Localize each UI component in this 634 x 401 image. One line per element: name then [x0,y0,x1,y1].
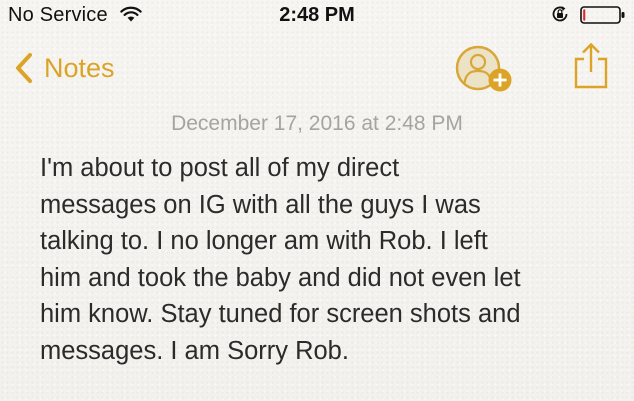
add-person-icon[interactable] [454,44,514,94]
note-line: him and took the baby and did not even l… [40,263,521,292]
note-date: December 17, 2016 at 2:48 PM [171,112,463,135]
note-line: messages. I am Sorry Rob. [40,336,349,365]
status-time: 2:48 PM [279,4,355,26]
note-line: messages on IG with all the guys I was [40,190,481,219]
back-button-label: Notes [44,53,115,83]
note-body[interactable]: I'm about to post all of my direct messa… [40,150,620,369]
status-bar: No Service 2:48 PM [0,0,634,34]
battery-icon [580,6,625,24]
share-icon[interactable] [571,42,611,90]
note-line: I'm about to post all of my direct [40,154,400,182]
back-button[interactable]: Notes [14,48,115,88]
rotation-lock-icon [552,6,568,22]
chevron-left-icon [16,53,32,83]
nav-bar: Notes [0,34,634,106]
note-line: him know. Stay tuned for screen shots an… [40,300,521,328]
note-line: talking to. I no longer am with Rob. I l… [40,227,488,255]
